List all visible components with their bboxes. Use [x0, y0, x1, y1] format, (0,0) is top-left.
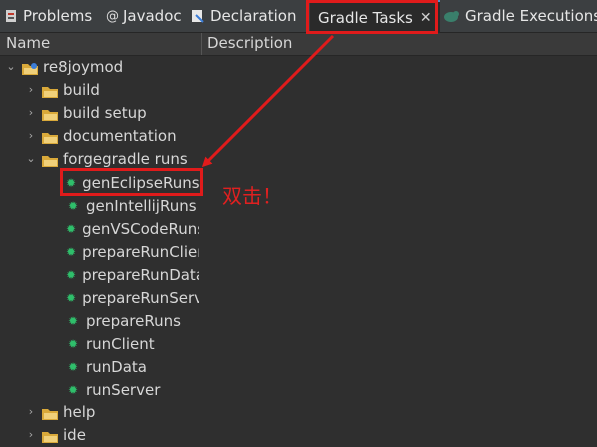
annotation-arrow: [201, 34, 335, 168]
annotation-double-click-text: 双击！: [222, 184, 282, 208]
